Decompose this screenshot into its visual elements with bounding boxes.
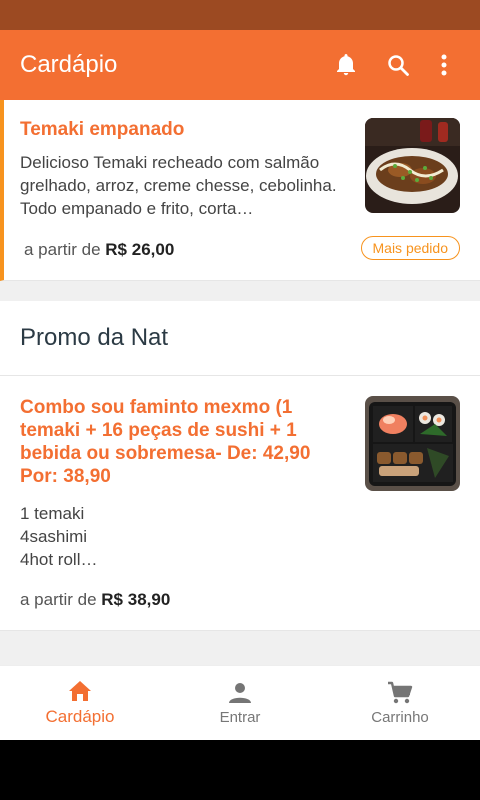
tab-label: Carrinho (371, 708, 429, 726)
tab-label: Cardápio (45, 707, 115, 726)
item-price: R$ 26,00 (105, 240, 175, 259)
sushi-combo-photo (365, 396, 460, 491)
bell-icon (337, 54, 355, 76)
description-line: 4sashimi (20, 527, 88, 546)
system-navigation-bar (0, 740, 480, 800)
temaki-food-photo (365, 118, 460, 213)
item-name: Combo sou faminto mexmo (1 temaki + 16 p… (20, 397, 311, 487)
cart-icon (388, 681, 413, 703)
section-title: Promo da Nat (0, 301, 480, 376)
menu-item-card[interactable]: Combo sou faminto mexmo (1 temaki + 16 p… (0, 376, 480, 631)
tab-entrar[interactable]: Entrar (160, 666, 320, 740)
menu-item-card[interactable]: Temaki empanado Delicioso Temaki rechead… (0, 100, 480, 281)
home-icon (69, 681, 91, 701)
item-price-row: a partir de R$ 38,90 (20, 590, 170, 610)
tab-cardapio[interactable]: Cardápio (0, 666, 160, 740)
tab-carrinho[interactable]: Carrinho (320, 666, 480, 740)
popular-badge: Mais pedido (360, 236, 460, 260)
bottom-navigation: Cardápio Entrar Carrinho (0, 665, 480, 740)
page-title: Cardápio (20, 51, 118, 78)
notifications-button[interactable] (328, 47, 364, 83)
description-line: 4hot roll… (20, 550, 98, 569)
status-bar (0, 0, 480, 30)
description-line: 1 temaki (20, 504, 85, 523)
app-bar: Cardápio (0, 30, 480, 100)
search-icon (388, 55, 409, 76)
tab-label: Entrar (219, 708, 261, 726)
item-price: R$ 38,90 (101, 590, 171, 609)
menu-list[interactable]: Temaki empanado Delicioso Temaki rechead… (0, 100, 480, 665)
price-prefix: a partir de (24, 240, 101, 259)
item-price-row: a partir de R$ 26,00 (24, 240, 174, 260)
more-options-button[interactable] (426, 47, 462, 83)
person-icon (229, 682, 251, 703)
item-description: Delicioso Temaki recheado com salmão gre… (20, 153, 337, 218)
search-button[interactable] (380, 47, 416, 83)
more-vert-icon (441, 54, 447, 76)
price-prefix: a partir de (20, 590, 97, 609)
item-description: 1 temaki 4sashimi 4hot roll… (20, 502, 460, 571)
